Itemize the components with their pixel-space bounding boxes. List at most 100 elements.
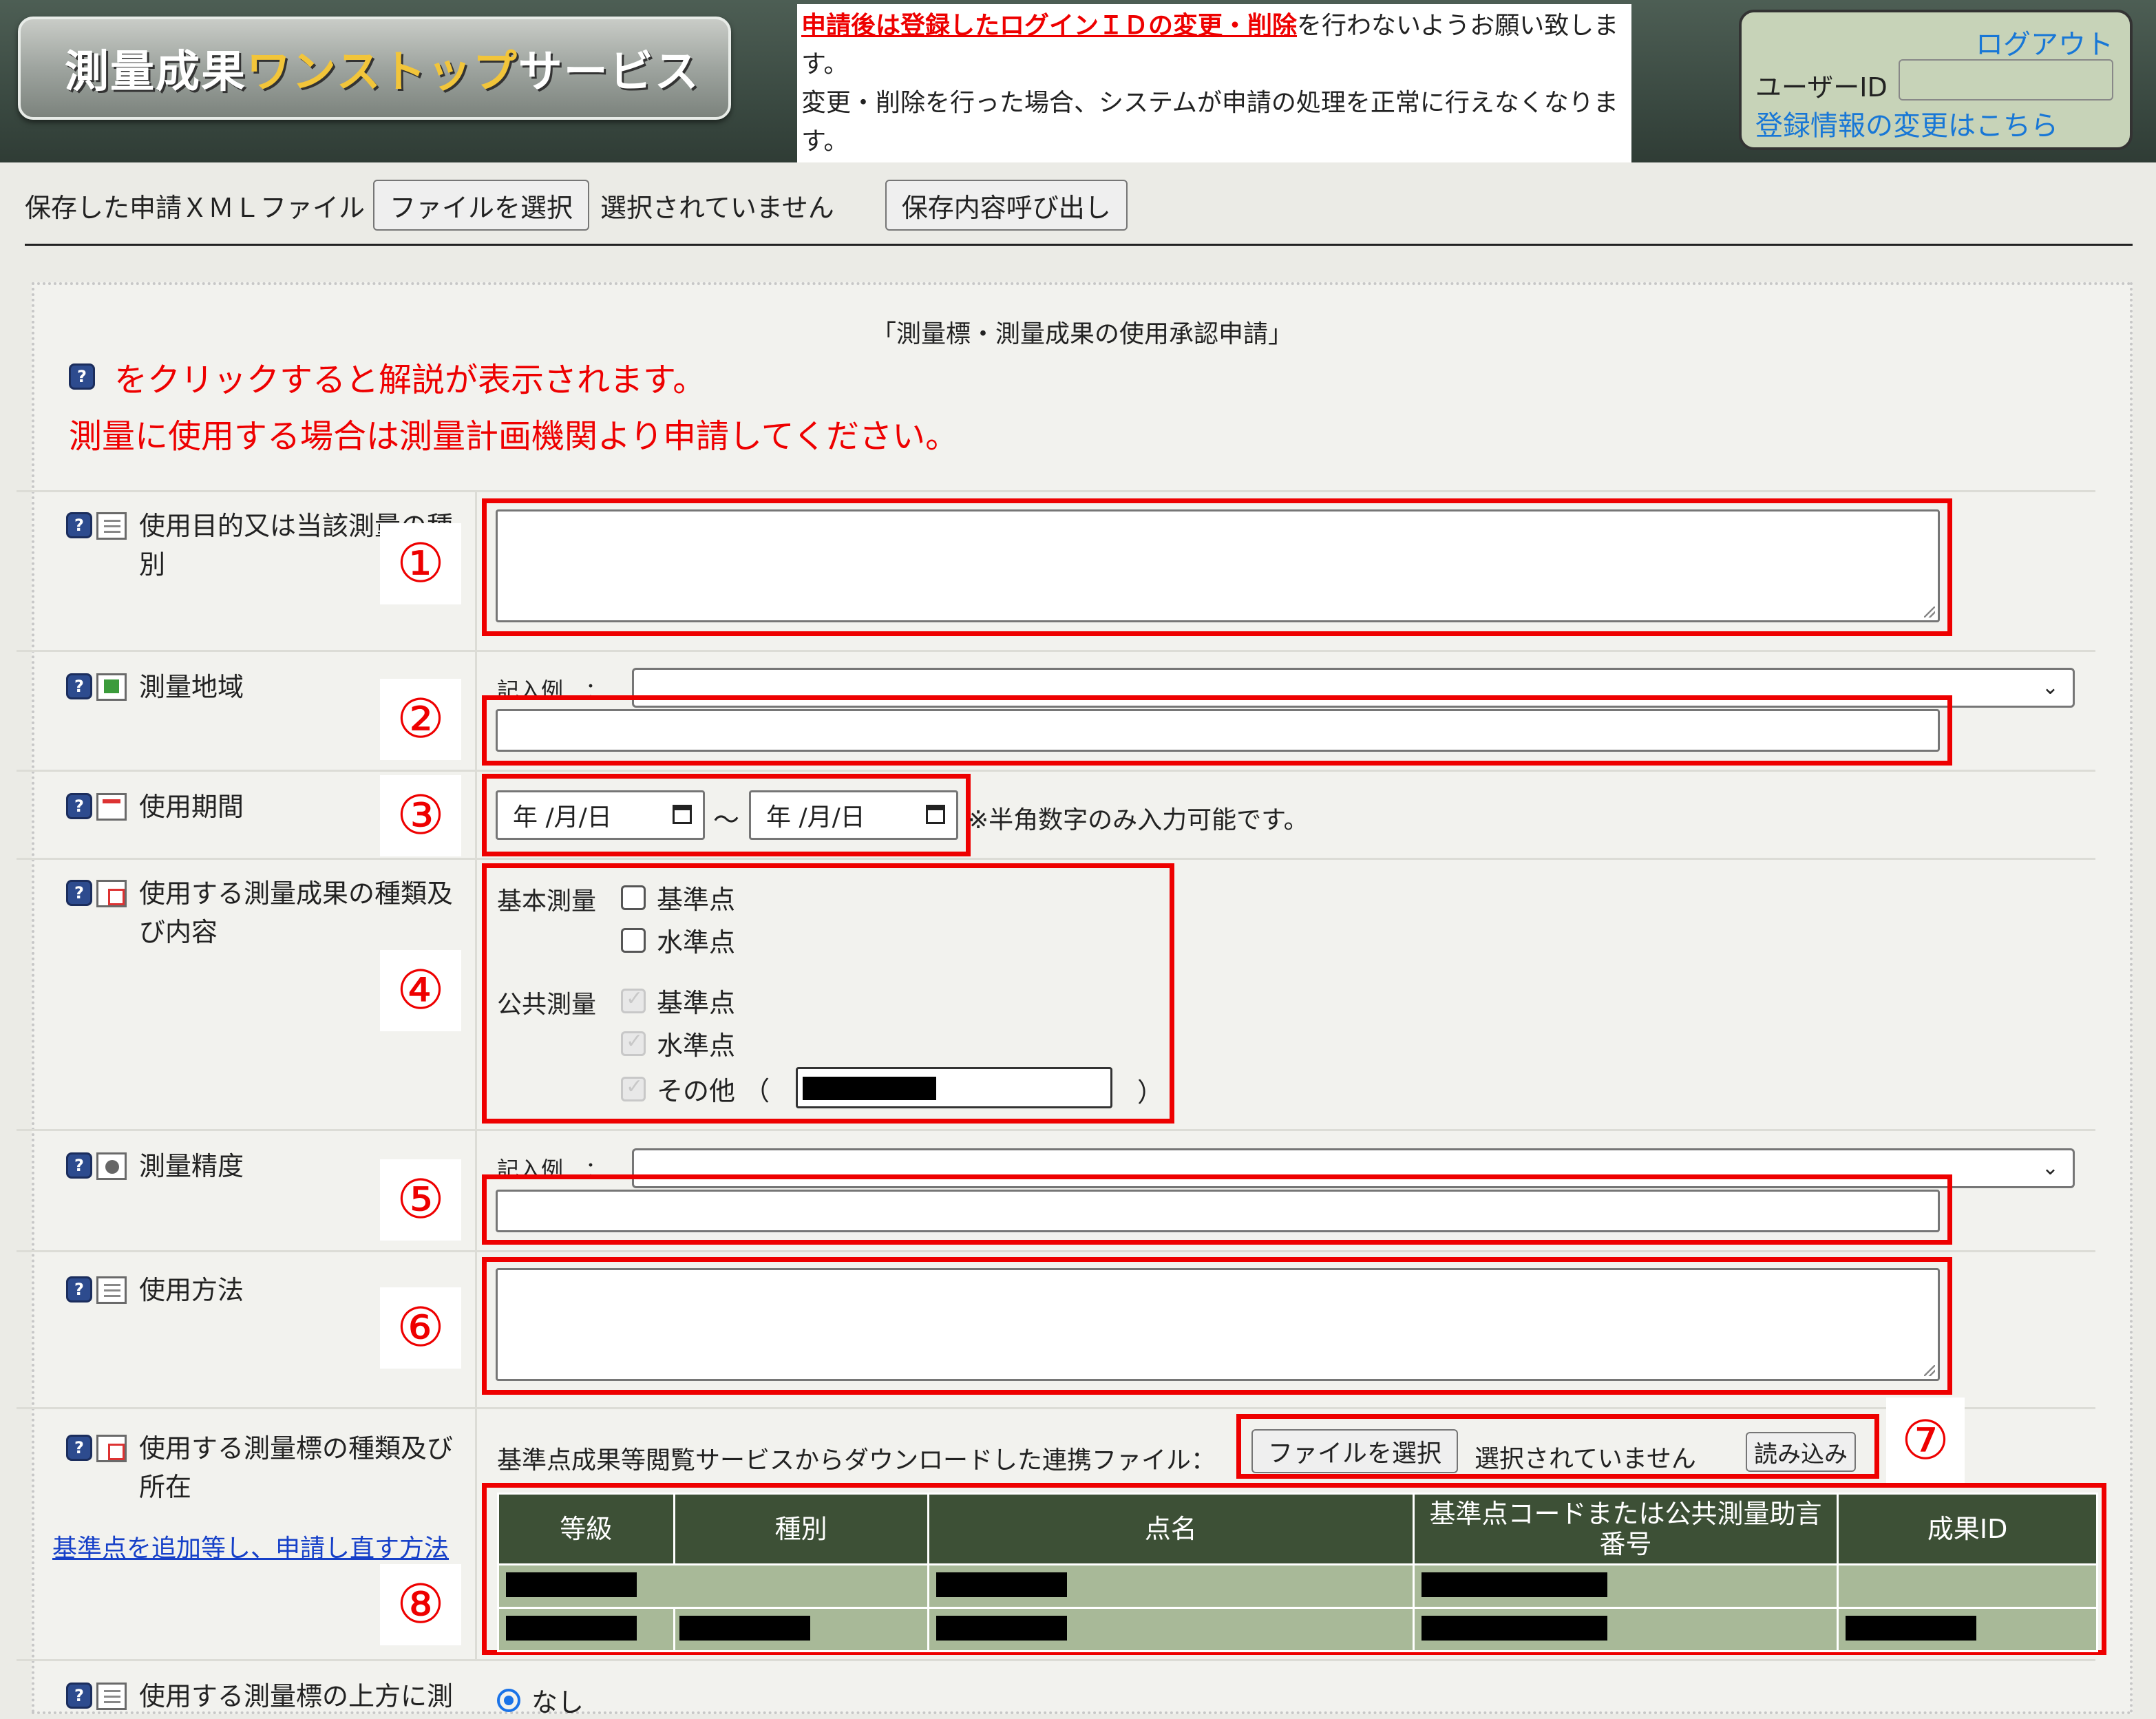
- table-cell: [1412, 1607, 1839, 1652]
- accuracy-label: 測量精度: [139, 1151, 244, 1181]
- redaction: [1421, 1616, 1607, 1641]
- calendar-picker-icon[interactable]: [673, 805, 692, 824]
- radio-none-label: なし: [531, 1687, 584, 1718]
- redaction: [679, 1616, 810, 1641]
- public-suijunten-checkbox: [621, 1029, 646, 1056]
- callout-1: ①: [380, 523, 461, 604]
- callout-5: ⑤: [380, 1159, 461, 1241]
- header-bar: 測量成果 ワンストップ サービス 申請後は登録したログインＩＤの変更・削除を行わない…: [0, 0, 2156, 162]
- help-icon[interactable]: ?: [66, 1152, 92, 1179]
- redaction: [803, 1077, 936, 1100]
- load-saved-button[interactable]: 保存内容呼び出し: [885, 180, 1128, 231]
- read-file-button[interactable]: 読み込み: [1746, 1432, 1856, 1472]
- basic-kijunten-option[interactable]: 基準点: [621, 878, 735, 916]
- basic-suijunten-option[interactable]: 水準点: [621, 921, 735, 959]
- chevron-down-icon: ⌄: [2041, 1156, 2059, 1180]
- help-icon[interactable]: ?: [66, 880, 92, 906]
- row-divider: [17, 1250, 2095, 1252]
- public-suijunten-label: 水準点: [657, 1031, 736, 1061]
- markers-row-label: ? 使用する測量標の種類及び所在: [66, 1429, 472, 1506]
- redaction: [506, 1572, 637, 1597]
- tree-icon: [96, 880, 127, 907]
- help-icon[interactable]: ?: [66, 1683, 92, 1709]
- public-kijunten-option: 基準点: [621, 982, 735, 1020]
- date-note: ※半角数字のみ入力可能です。: [968, 806, 1309, 834]
- help-icon[interactable]: ?: [66, 1276, 92, 1303]
- end-date-placeholder: 年 /月/日: [766, 803, 865, 832]
- link-file-label: 基準点成果等閲覧サービスからダウンロードした連携ファイル：: [497, 1446, 1216, 1475]
- next-row-text: 使用する測量標の上方に測: [139, 1681, 454, 1711]
- table-header-point-name: 点名: [927, 1493, 1415, 1565]
- table-cell: [673, 1607, 929, 1652]
- kinds-row-label: ? 使用する測量成果の種類及び内容: [66, 874, 472, 951]
- chevron-down-icon: ⌄: [2041, 675, 2059, 699]
- form-title: 「測量標・測量成果の使用承認申請」: [871, 320, 1293, 348]
- radio-none-option[interactable]: なし: [497, 1681, 584, 1719]
- basic-suijunten-checkbox[interactable]: [621, 927, 646, 953]
- area-input[interactable]: [496, 709, 1940, 752]
- notice-panel: 申請後は登録したログインＩＤの変更・削除を行わないようお願い致します。 変更・削…: [797, 4, 1631, 162]
- calendar-icon: [96, 793, 127, 821]
- choose-link-file-button[interactable]: ファイルを選択: [1251, 1429, 1459, 1473]
- change-registration-link[interactable]: 登録情報の変更はこちら: [1755, 103, 2058, 143]
- purpose-textarea[interactable]: [496, 509, 1940, 622]
- row-divider: [17, 770, 2095, 772]
- method-label: 使用方法: [139, 1275, 244, 1305]
- table-header-type: 種別: [673, 1493, 929, 1565]
- row-divider: [17, 1659, 2095, 1661]
- start-date-input[interactable]: 年 /月/日: [496, 790, 705, 840]
- help-icon[interactable]: ?: [66, 1435, 92, 1461]
- callout-2: ②: [380, 679, 461, 760]
- table-cell: [1412, 1563, 1839, 1609]
- logout-link[interactable]: ログアウト: [1976, 22, 2113, 62]
- xml-file-status: 選択されていません: [600, 192, 834, 223]
- column-divider: [475, 490, 477, 1660]
- calendar-picker-icon[interactable]: [926, 805, 945, 824]
- screen-icon: [96, 1276, 127, 1304]
- callout-3: ③: [380, 775, 461, 856]
- table-cell: [497, 1563, 929, 1609]
- row-divider: [17, 490, 2095, 492]
- callout-7: ⑦: [1886, 1398, 1965, 1484]
- public-kijunten-label: 基準点: [657, 988, 736, 1018]
- period-label: 使用期間: [139, 792, 244, 822]
- user-panel: ログアウト ユーザーID 登録情報の変更はこちら: [1739, 10, 2133, 150]
- radio-none[interactable]: [497, 1688, 520, 1712]
- control-points-table: 等級 種別 点名 基準点コードまたは公共測量助言番号 成果ID: [497, 1493, 2098, 1652]
- tree-icon: [96, 1435, 127, 1462]
- basic-kijunten-checkbox[interactable]: [621, 885, 646, 910]
- row-divider: [17, 858, 2095, 860]
- kinds-label: 使用する測量成果の種類及び内容: [139, 878, 454, 947]
- lock-icon: [96, 1683, 127, 1710]
- table-row: [497, 1563, 2098, 1609]
- service-logo[interactable]: 測量成果 ワンストップ サービス: [18, 17, 731, 120]
- redaction: [1846, 1616, 1977, 1641]
- markers-label: 使用する測量標の種類及び所在: [139, 1433, 454, 1502]
- redaction: [936, 1616, 1067, 1641]
- reapply-help-link[interactable]: 基準点を追加等し、申請し直す方法: [52, 1528, 449, 1564]
- divider: [25, 244, 2133, 246]
- survey-warning: 測量に使用する場合は測量計画機関より申請してください。: [69, 417, 959, 456]
- table-cell: [497, 1607, 675, 1652]
- public-kijunten-checkbox: [621, 987, 646, 1013]
- callout-6: ⑥: [380, 1287, 461, 1369]
- accuracy-input[interactable]: [496, 1190, 1940, 1232]
- notice-warning: 申請後は登録したログインＩＤの変更・削除: [801, 12, 1298, 40]
- help-icon[interactable]: ?: [66, 673, 92, 699]
- redaction: [1421, 1572, 1607, 1597]
- globe-icon: [96, 1152, 127, 1180]
- logo-text-end: サービス: [518, 47, 700, 98]
- choose-xml-button[interactable]: ファイルを選択: [373, 180, 590, 231]
- help-hint: ? をクリックすると解説が表示されます。: [69, 352, 706, 401]
- help-icon[interactable]: ?: [66, 512, 92, 538]
- help-icon[interactable]: ?: [66, 793, 92, 819]
- user-id-field: [1899, 59, 2113, 101]
- link-file-status: 選択されていません: [1475, 1445, 1696, 1473]
- saved-xml-label: 保存した申請ＸＭＬファイル: [25, 192, 366, 223]
- method-textarea[interactable]: [496, 1268, 1940, 1381]
- public-other-checkbox: [621, 1075, 646, 1101]
- callout-8: ⑧: [380, 1564, 461, 1645]
- table-header-grade: 等級: [497, 1493, 675, 1565]
- end-date-input[interactable]: 年 /月/日: [749, 790, 958, 840]
- public-other-close: ）: [1137, 1077, 1164, 1108]
